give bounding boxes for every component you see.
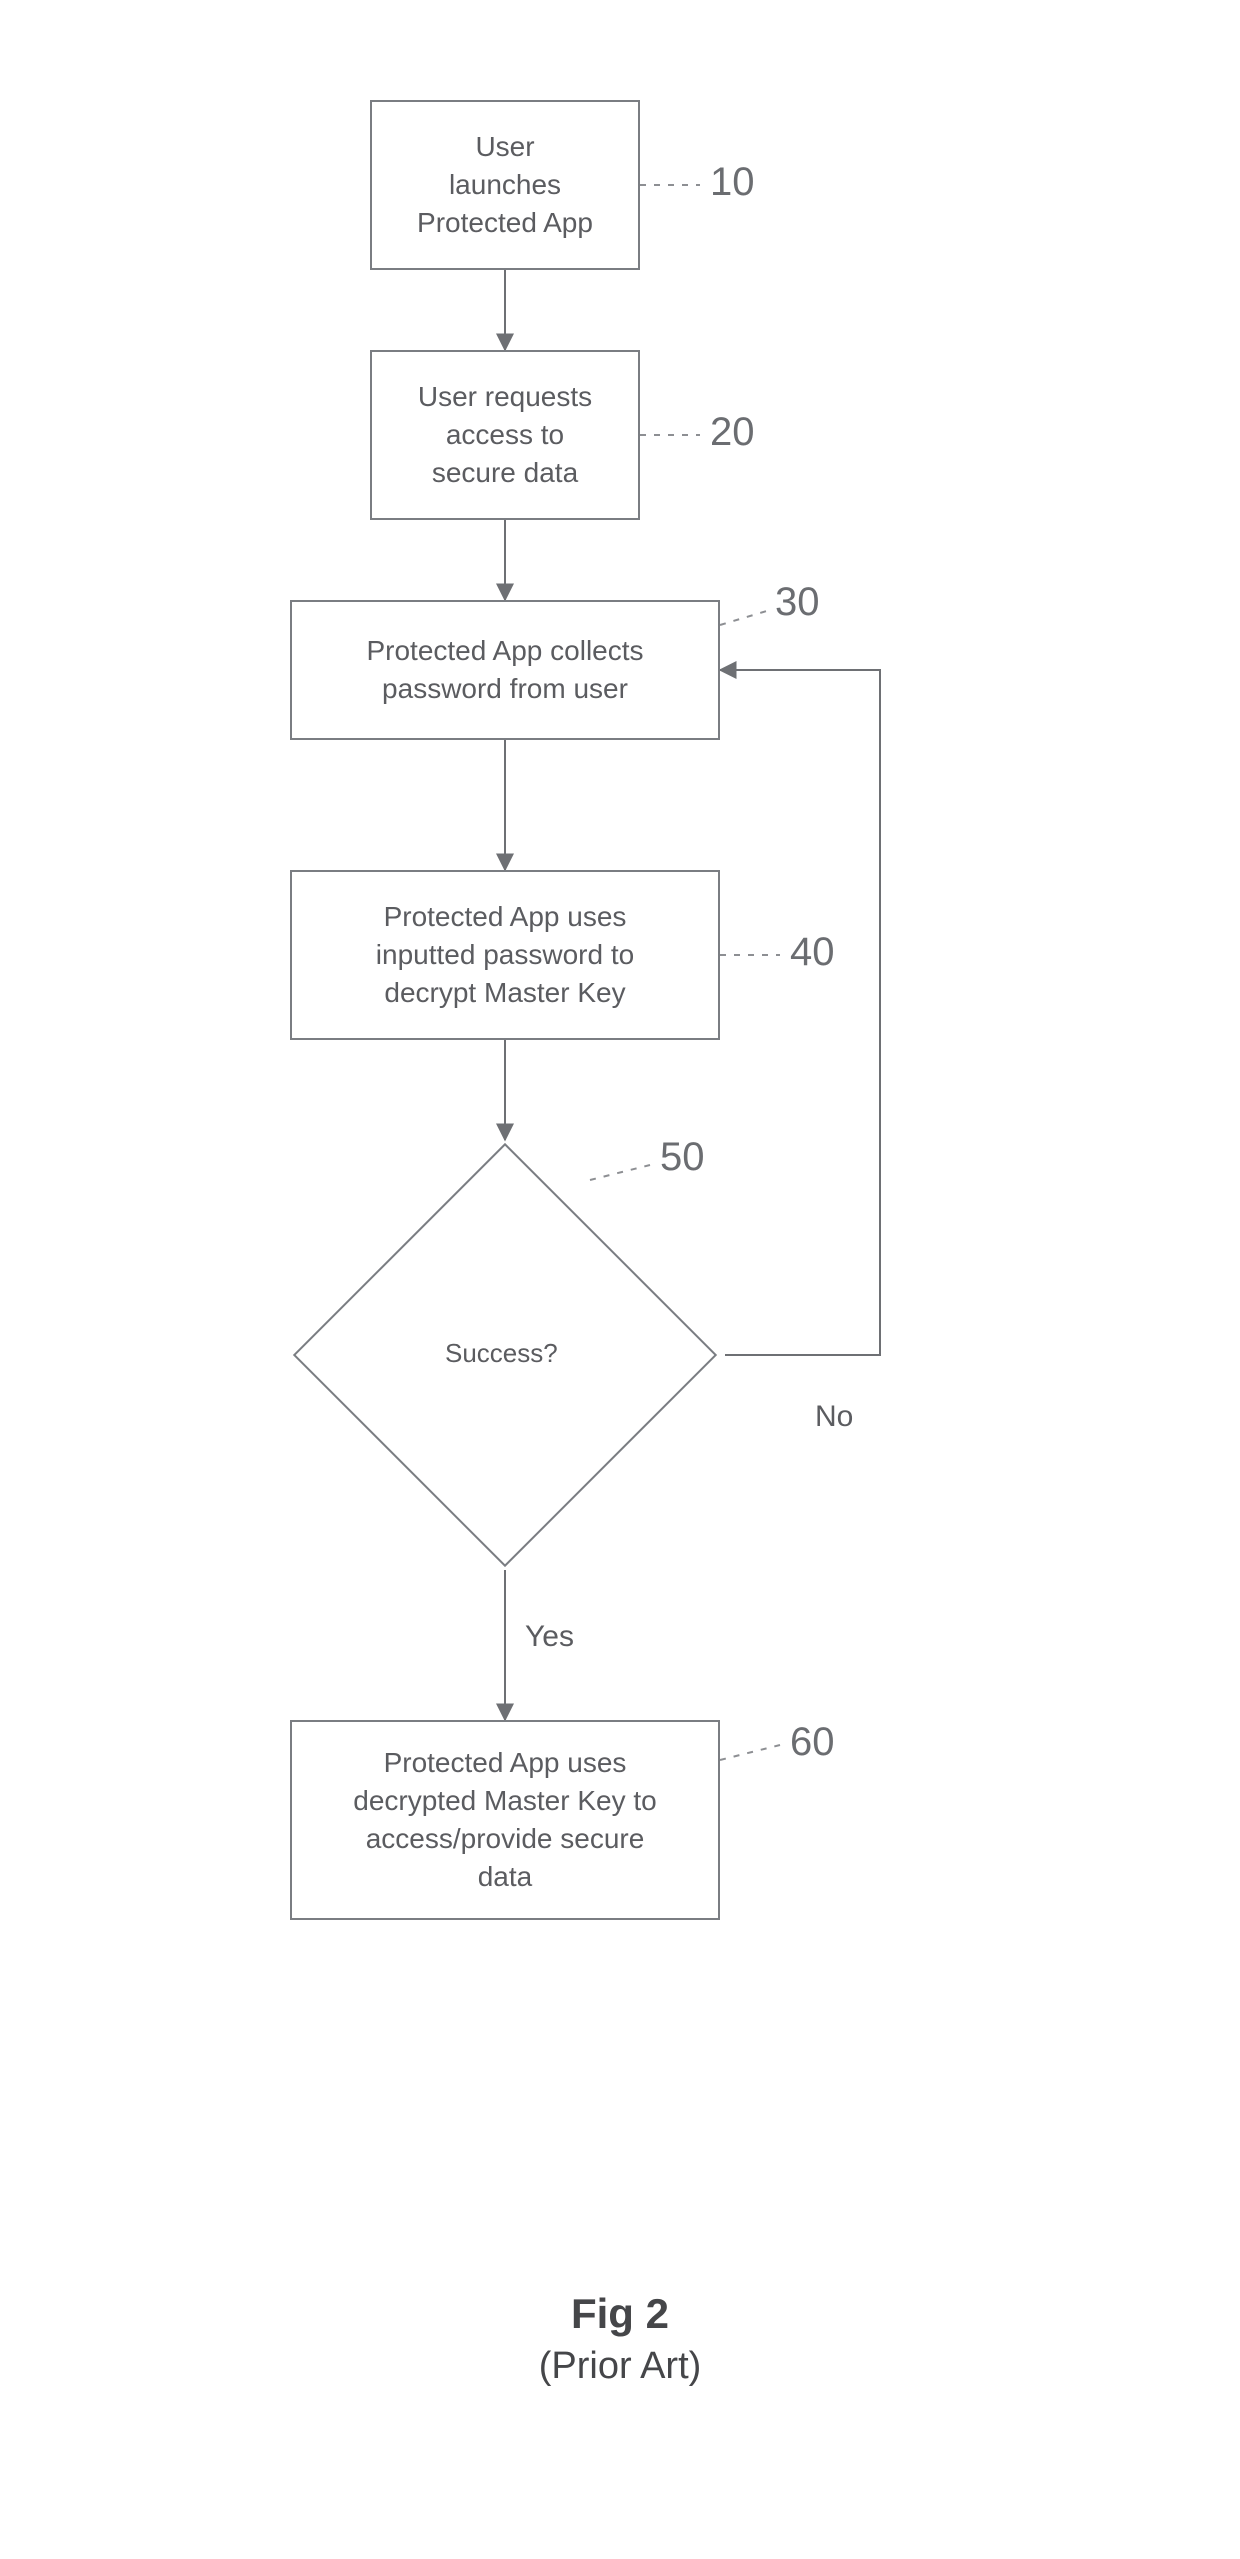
- step-text: Protected App usesdecrypted Master Key t…: [353, 1744, 656, 1895]
- step-text: Protected App collectspassword from user: [366, 632, 643, 708]
- decision-text: Success?: [445, 1338, 558, 1369]
- edge-no-label: No: [815, 1400, 853, 1434]
- step-decrypt-masterkey: Protected App usesinputted password tode…: [290, 870, 720, 1040]
- step-text: User requestsaccess tosecure data: [418, 378, 592, 491]
- figure-title: Fig 2: [0, 2290, 1240, 2338]
- ref-10: 10: [710, 160, 755, 205]
- step-user-requests: User requestsaccess tosecure data: [370, 350, 640, 520]
- step-text: Protected App usesinputted password tode…: [376, 898, 634, 1011]
- step-access-secure-data: Protected App usesdecrypted Master Key t…: [290, 1720, 720, 1920]
- figure-subtitle: (Prior Art): [0, 2345, 1240, 2388]
- ref-30: 30: [775, 580, 820, 625]
- ref-50: 50: [660, 1135, 705, 1180]
- flowchart-canvas: UserlaunchesProtected App 10 User reques…: [0, 0, 1240, 2559]
- ref-40: 40: [790, 930, 835, 975]
- edge-yes-label: Yes: [525, 1620, 574, 1654]
- step-collect-password: Protected App collectspassword from user: [290, 600, 720, 740]
- ref-60: 60: [790, 1720, 835, 1765]
- ref-20: 20: [710, 410, 755, 455]
- step-user-launches: UserlaunchesProtected App: [370, 100, 640, 270]
- step-text: UserlaunchesProtected App: [417, 128, 593, 241]
